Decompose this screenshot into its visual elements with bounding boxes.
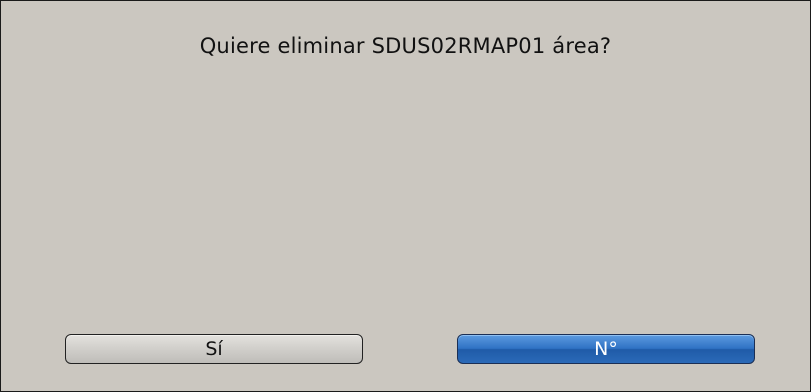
confirmation-message: Quiere eliminar SDUS02RMAP01 área?: [199, 34, 612, 58]
no-button-label: N°: [594, 338, 618, 360]
confirm-delete-dialog: Quiere eliminar SDUS02RMAP01 área? Sí N°: [0, 0, 811, 392]
yes-button[interactable]: Sí: [65, 334, 363, 364]
no-button[interactable]: N°: [457, 334, 755, 364]
yes-button-label: Sí: [205, 338, 223, 360]
